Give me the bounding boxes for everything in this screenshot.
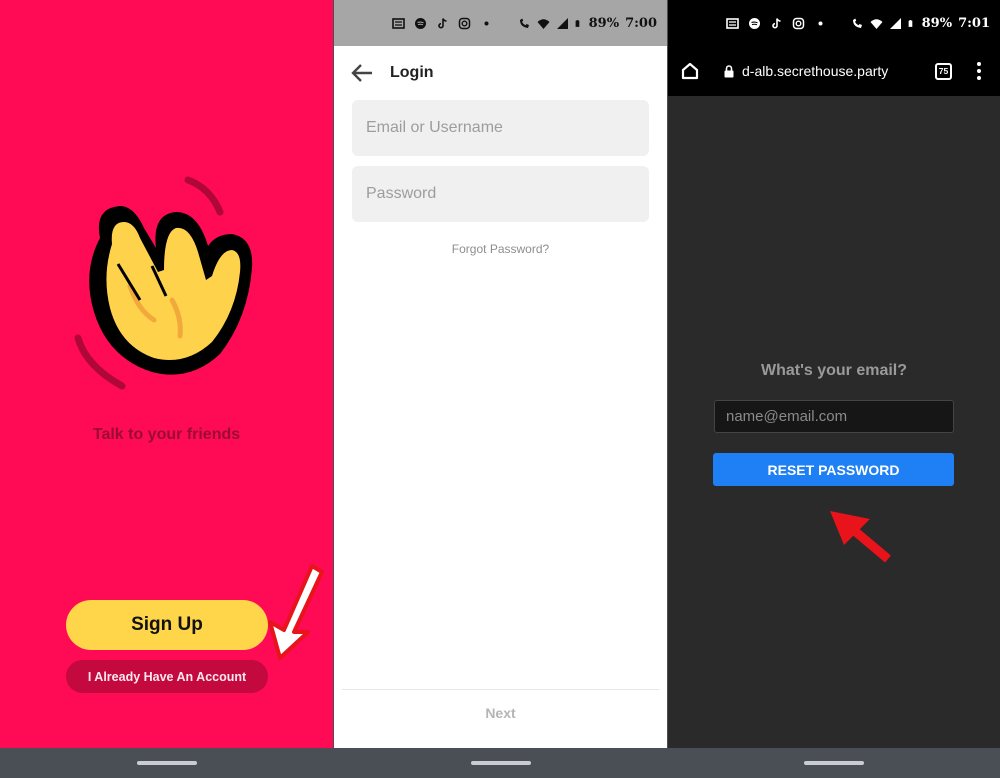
- wifi-icon: [870, 18, 883, 29]
- home-button[interactable]: [670, 46, 710, 96]
- spotify-icon: [415, 17, 426, 29]
- status-bar: 89% 7:00: [334, 0, 667, 46]
- divider: [342, 689, 659, 690]
- annotation-arrow-icon: [830, 511, 891, 563]
- wifi-calling-icon: [519, 18, 529, 28]
- wifi-calling-icon: [852, 18, 862, 28]
- dot-icon: [818, 21, 823, 25]
- instagram-icon: [792, 17, 805, 29]
- system-nav-bar: [334, 748, 667, 778]
- clock: 7:00: [625, 15, 657, 31]
- home-gesture-handle[interactable]: [136, 761, 197, 765]
- waving-hand-icon: [74, 176, 253, 390]
- reset-password-button[interactable]: RESET PASSWORD: [713, 453, 954, 486]
- forgot-password-link[interactable]: Forgot Password?: [334, 242, 667, 256]
- password-field[interactable]: Password: [352, 166, 649, 222]
- welcome-screen: Talk to your friends Sign Up I Already H…: [0, 0, 333, 778]
- home-gesture-handle[interactable]: [470, 761, 531, 765]
- battery-icon: [575, 19, 579, 27]
- form-heading: What's your email?: [760, 362, 908, 379]
- home-gesture-handle[interactable]: [804, 761, 864, 765]
- reset-password-screen: 89% 7:01 d-alb.secrethouse.party 75 What…: [668, 0, 1000, 778]
- tab-switcher-button[interactable]: 75: [935, 62, 952, 80]
- instagram-icon: [458, 17, 471, 29]
- news-icon: [726, 17, 739, 29]
- battery-icon: [908, 19, 912, 27]
- menu-dot-icon: [977, 62, 981, 66]
- next-button[interactable]: Next: [334, 705, 667, 721]
- battery-level: 89%: [921, 15, 953, 31]
- spotify-icon: [749, 17, 760, 29]
- tiktok-icon: [438, 17, 447, 28]
- app-header: Login: [334, 46, 667, 100]
- wifi-icon: [537, 18, 550, 29]
- signal-icon: [556, 17, 568, 29]
- sign-up-button[interactable]: Sign Up: [66, 600, 268, 650]
- dot-icon: [484, 21, 489, 25]
- news-icon: [392, 17, 405, 29]
- lock-icon: [724, 64, 734, 77]
- system-nav-bar: [0, 748, 333, 778]
- back-button[interactable]: [334, 46, 390, 100]
- address-bar[interactable]: d-alb.secrethouse.party: [742, 63, 935, 79]
- home-icon: [681, 62, 699, 80]
- browser-toolbar: d-alb.secrethouse.party 75: [668, 46, 1000, 96]
- annotation-arrow-icon: [268, 564, 324, 660]
- email-input[interactable]: name@email.com: [714, 400, 954, 433]
- back-arrow-icon: [351, 64, 372, 82]
- menu-dot-icon: [977, 76, 981, 80]
- system-nav-bar: [668, 748, 1000, 778]
- email-username-field[interactable]: Email or Username: [352, 100, 649, 156]
- menu-dot-icon: [977, 69, 981, 73]
- status-bar: 89% 7:01: [668, 0, 1000, 46]
- already-have-account-button[interactable]: I Already Have An Account: [66, 660, 268, 693]
- clock: 7:01: [958, 15, 990, 31]
- overflow-menu-button[interactable]: [972, 59, 986, 83]
- tiktok-icon: [772, 17, 781, 28]
- signal-icon: [889, 17, 901, 29]
- page-title: Login: [390, 64, 434, 81]
- login-screen: 89% 7:00 Login Email or Username Passwor…: [334, 0, 667, 778]
- battery-level: 89%: [588, 15, 620, 31]
- tagline: Talk to your friends: [92, 426, 241, 443]
